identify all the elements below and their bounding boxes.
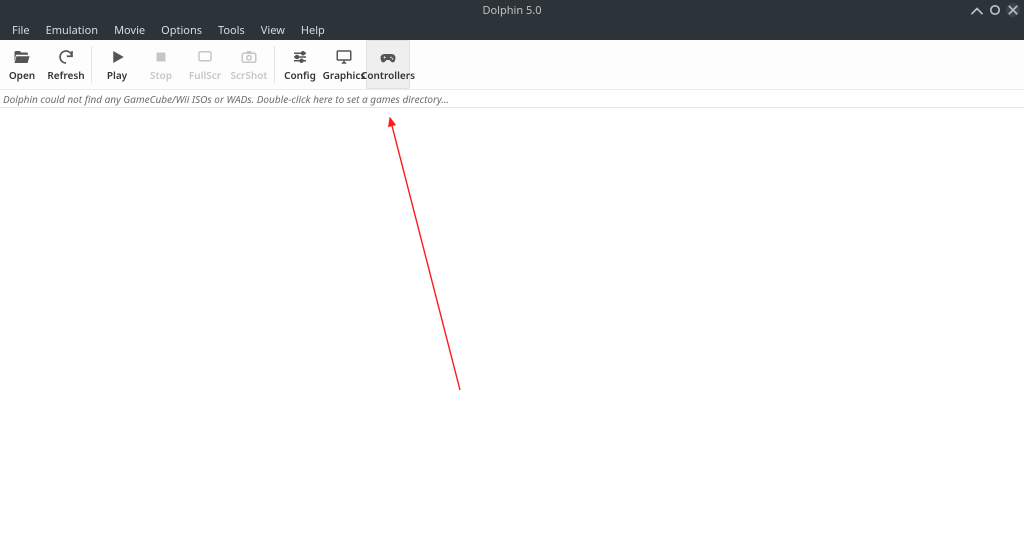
toolbar-label: Play <box>107 68 127 82</box>
menu-view[interactable]: View <box>253 21 293 40</box>
gamepad-icon <box>379 48 397 66</box>
play-icon <box>108 48 126 66</box>
menu-movie[interactable]: Movie <box>106 21 153 40</box>
window-controls <box>970 3 1020 17</box>
window-maximize-icon[interactable] <box>988 3 1002 17</box>
refresh-icon <box>57 48 75 66</box>
toolbar-group-settings: Config Graphics Controllers <box>278 40 410 89</box>
toolbar-label: FullScr <box>189 68 221 82</box>
toolbar-label: Refresh <box>47 68 84 82</box>
content-area: Dolphin could not find any GameCube/Wii … <box>0 90 1024 554</box>
toolbar-group-file: Open Refresh <box>0 40 88 89</box>
menu-help[interactable]: Help <box>293 21 333 40</box>
controllers-button[interactable]: Controllers <box>366 40 410 89</box>
refresh-button[interactable]: Refresh <box>44 40 88 89</box>
menu-options[interactable]: Options <box>153 21 210 40</box>
menubar: File Emulation Movie Options Tools View … <box>0 20 1024 40</box>
config-button[interactable]: Config <box>278 40 322 89</box>
screenshot-button: ScrShot <box>227 40 271 89</box>
no-games-message: Dolphin could not find any GameCube/Wii … <box>0 90 1024 108</box>
toolbar: Open Refresh Play Stop FullScr <box>0 40 1024 90</box>
menu-file[interactable]: File <box>4 21 38 40</box>
camera-icon <box>240 48 258 66</box>
toolbar-separator <box>91 46 92 83</box>
menu-emulation[interactable]: Emulation <box>38 21 106 40</box>
stop-button: Stop <box>139 40 183 89</box>
folder-open-icon <box>13 48 31 66</box>
toolbar-label: Open <box>9 68 35 82</box>
toolbar-label: Controllers <box>361 68 415 82</box>
toolbar-group-emulation: Play Stop FullScr ScrShot <box>95 40 271 89</box>
fullscreen-button: FullScr <box>183 40 227 89</box>
stop-icon <box>152 48 170 66</box>
menu-tools[interactable]: Tools <box>210 21 253 40</box>
toolbar-separator <box>274 46 275 83</box>
games-list-empty-area[interactable] <box>0 108 1024 554</box>
toolbar-label: Stop <box>150 68 172 82</box>
toolbar-label: Graphics <box>323 68 366 82</box>
titlebar: Dolphin 5.0 <box>0 0 1024 20</box>
toolbar-label: Config <box>284 68 316 82</box>
toolbar-label: ScrShot <box>231 68 268 82</box>
graphics-button[interactable]: Graphics <box>322 40 366 89</box>
fullscreen-icon <box>196 48 214 66</box>
monitor-icon <box>335 48 353 66</box>
window-close-icon[interactable] <box>1006 3 1020 17</box>
window-title: Dolphin 5.0 <box>482 3 541 18</box>
window-minimize-icon[interactable] <box>970 3 984 17</box>
play-button[interactable]: Play <box>95 40 139 89</box>
open-button[interactable]: Open <box>0 40 44 89</box>
sliders-icon <box>291 48 309 66</box>
